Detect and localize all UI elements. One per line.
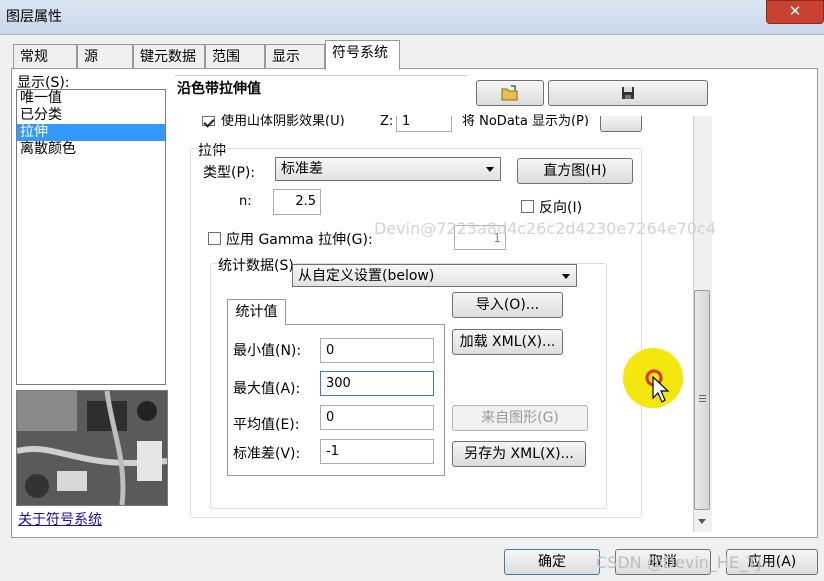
mean-label: 平均值(E): [233, 417, 300, 433]
std-field[interactable]: -1 [320, 439, 434, 464]
tab-extent[interactable]: 范围 [205, 44, 265, 68]
heading-divider [175, 75, 467, 76]
window-title: 图层属性 [6, 9, 62, 25]
tab-source[interactable]: 源 [77, 44, 133, 68]
nodata-label: 将 NoData 显示为(P) [462, 114, 589, 126]
tab-general[interactable]: 常规 [13, 44, 77, 68]
save-as-xml-button[interactable]: 另存为 XML(X)... [452, 441, 586, 467]
histogram-button[interactable]: 直方图(H) [517, 158, 633, 184]
statistics-value: 从自定义设置(below) [298, 268, 435, 284]
watermark-overlay: Devin@7223a8d4c26c2d4230e7264e70c4 [374, 219, 717, 238]
list-item[interactable]: 唯一值 [17, 90, 165, 107]
gamma-checkbox[interactable] [208, 232, 221, 245]
mean-field[interactable]: 0 [320, 405, 434, 430]
about-symbology-link[interactable]: 关于符号系统 [18, 509, 102, 529]
invert-checkbox[interactable] [521, 200, 534, 213]
min-field[interactable]: 0 [320, 338, 434, 363]
max-label: 最大值(A): [233, 381, 301, 397]
hillshade-label: 使用山体阴影效果(U) [221, 114, 345, 126]
close-button[interactable]: ✕ [766, 0, 824, 24]
stretch-type-value: 标准差 [281, 161, 323, 177]
scrollbar-thumb[interactable] [694, 290, 710, 510]
watermark-footer: CSDN @Devin_HE_TJ [596, 553, 762, 572]
save-icon [622, 87, 634, 99]
chevron-down-icon [486, 167, 494, 172]
n-label: n: [239, 194, 252, 209]
title-bar: 图层属性 ✕ [0, 0, 824, 35]
symbology-preview-image [16, 390, 168, 506]
import-button[interactable]: 导入(O)... [452, 292, 563, 318]
load-xml-button[interactable]: 加载 XML(X)... [452, 329, 563, 355]
save-button[interactable] [548, 80, 708, 106]
open-folder-button[interactable] [476, 80, 544, 106]
content-heading: 沿色带拉伸值 [177, 81, 261, 97]
n-field[interactable]: 2.5 [273, 189, 321, 215]
cursor-icon [645, 369, 670, 403]
renderer-list[interactable]: 唯一值 已分类 拉伸 离散颜色 [16, 89, 166, 385]
nodata-color-picker[interactable] [600, 116, 642, 132]
stretch-type-dropdown[interactable]: 标准差 [275, 157, 501, 181]
ok-button[interactable]: 确定 [504, 549, 600, 575]
statistics-label: 统计数据(S) [218, 255, 296, 275]
z-field[interactable]: 1 [396, 115, 452, 132]
invert-label: 反向(I) [539, 200, 583, 216]
hillshade-checkbox[interactable] [202, 116, 215, 126]
folder-icon [501, 85, 518, 101]
std-label: 标准差(V): [233, 446, 301, 462]
scroll-down-arrow-icon[interactable] [698, 519, 706, 524]
grip-icon [699, 395, 706, 396]
chevron-down-icon [562, 274, 570, 279]
list-item[interactable]: 已分类 [17, 107, 165, 124]
tab-display[interactable]: 显示 [265, 44, 325, 68]
from-graphic-button[interactable]: 来自图形(G) [452, 405, 588, 431]
gamma-label: 应用 Gamma 拉伸(G): [226, 232, 373, 248]
max-field[interactable]: 300 [320, 371, 434, 396]
tab-statistics-values[interactable]: 统计值 [227, 299, 286, 325]
list-item[interactable]: 离散颜色 [17, 141, 165, 158]
tab-key-metadata[interactable]: 键元数据 [133, 44, 205, 68]
tab-symbology[interactable]: 符号系统 [325, 40, 400, 70]
min-label: 最小值(N): [233, 343, 302, 359]
type-label: 类型(P): [203, 165, 256, 181]
z-label: Z: [380, 114, 394, 126]
statistics-dropdown[interactable]: 从自定义设置(below) [292, 264, 577, 287]
list-item-selected[interactable]: 拉伸 [17, 124, 165, 141]
